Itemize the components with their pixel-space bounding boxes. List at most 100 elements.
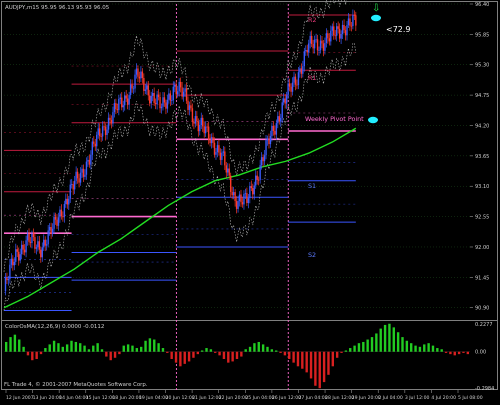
candle-body	[157, 94, 160, 97]
candle-body	[56, 219, 58, 226]
x-tick-label: 21 Jun 12:00	[192, 395, 221, 401]
candle-body	[106, 129, 108, 135]
candle-body	[331, 26, 333, 31]
y-tick-label: 95.85	[475, 32, 489, 38]
candle-body	[228, 168, 230, 176]
candle-body	[271, 125, 273, 137]
candle-body	[60, 209, 63, 217]
candle-body	[308, 43, 310, 53]
candle-body	[293, 76, 295, 83]
candle-body	[275, 123, 278, 135]
candle-body	[340, 34, 342, 39]
candle-body	[344, 30, 347, 36]
candle-body	[281, 102, 283, 118]
candle-body	[104, 126, 107, 135]
candle-body	[147, 85, 149, 96]
candle-body	[191, 108, 194, 122]
candle-body	[306, 50, 308, 53]
candle-body	[75, 171, 77, 181]
candle-body	[63, 203, 66, 218]
candle-body	[137, 68, 139, 77]
candle-body	[347, 18, 350, 26]
candle-body	[300, 68, 303, 74]
candle-body	[269, 136, 272, 145]
arrow-down-icon: ⇩	[372, 3, 380, 14]
y-tick-label: 91.45	[475, 275, 489, 281]
candle-body	[103, 126, 105, 128]
x-tick-label: 2 Jul 04:00	[378, 395, 403, 401]
candle-body	[355, 15, 357, 26]
candle-body	[244, 193, 247, 194]
candle-body	[259, 165, 261, 180]
candle-body	[330, 30, 332, 42]
candle-body	[285, 95, 288, 104]
candle-body	[188, 105, 191, 110]
x-tick-label: 3 Jul 12:00	[405, 395, 430, 401]
candle-body	[341, 24, 344, 35]
y-tick-label: 95.30	[475, 63, 489, 69]
candle-body	[31, 233, 33, 243]
candle-body	[18, 251, 20, 261]
y-tick-label: 96.40	[475, 2, 489, 8]
copyright-text: FL Trade 4, © 2001-2007 MetaQuotes Softw…	[4, 381, 148, 388]
candle-body	[349, 18, 351, 26]
candle-body	[71, 184, 73, 185]
candle-body	[199, 124, 201, 132]
candle-body	[79, 172, 82, 183]
candle-body	[216, 145, 219, 153]
candle-body	[247, 198, 250, 204]
candle-body	[346, 25, 348, 36]
candle-body	[98, 128, 101, 137]
candle-body	[207, 126, 210, 140]
candle-body	[250, 186, 253, 189]
candle-body	[240, 194, 242, 203]
candle-body	[138, 76, 141, 79]
weekly-pivot-label: Weekly Pivot Point	[305, 115, 364, 123]
candle-body	[194, 116, 197, 124]
candle-body	[100, 136, 102, 137]
price-chart[interactable]: 96.40 95.85 95.30 94.75 94.20 93.65 93.10 92.55…	[0, 0, 500, 405]
x-tick-label: 25 Jun 04:00	[245, 395, 274, 401]
candle-body	[12, 258, 14, 266]
candle-body	[54, 216, 57, 220]
x-tick-label: 5 Jul 08:00	[458, 395, 483, 401]
candle-body	[159, 96, 161, 109]
candle-body	[156, 94, 158, 105]
candle-body	[256, 175, 258, 180]
candle-body	[10, 258, 13, 265]
candle-body	[40, 249, 42, 258]
candle-body	[116, 109, 119, 111]
candle-body	[224, 151, 226, 166]
candle-body	[126, 98, 129, 105]
candle-body	[287, 83, 289, 96]
candle-body	[237, 201, 239, 209]
candle-body	[38, 241, 41, 250]
candle-body	[334, 35, 336, 37]
candle-body	[109, 117, 111, 120]
candle-body	[62, 216, 64, 218]
candle-body	[149, 95, 151, 104]
candle-body	[144, 89, 147, 91]
candle-body	[7, 278, 10, 281]
candle-body	[34, 237, 36, 249]
candle-body	[190, 105, 192, 109]
candle-body	[37, 241, 39, 248]
candle-body	[28, 233, 30, 242]
candle-body	[305, 50, 307, 52]
candle-body	[154, 102, 157, 105]
candle-body	[53, 216, 55, 229]
candle-body	[272, 125, 275, 131]
candle-body	[255, 175, 257, 186]
candle-body	[204, 126, 207, 134]
candle-body	[313, 39, 316, 49]
candle-body	[327, 33, 329, 39]
candle-body	[196, 116, 198, 122]
candle-body	[66, 198, 68, 205]
candle-body	[213, 142, 216, 155]
candle-body	[26, 233, 29, 241]
x-tick-label: 22 Jun 20:00	[219, 395, 248, 401]
candle-body	[110, 119, 113, 124]
candle-body	[57, 217, 60, 226]
candle-body	[13, 261, 16, 266]
candle-body	[299, 68, 301, 73]
